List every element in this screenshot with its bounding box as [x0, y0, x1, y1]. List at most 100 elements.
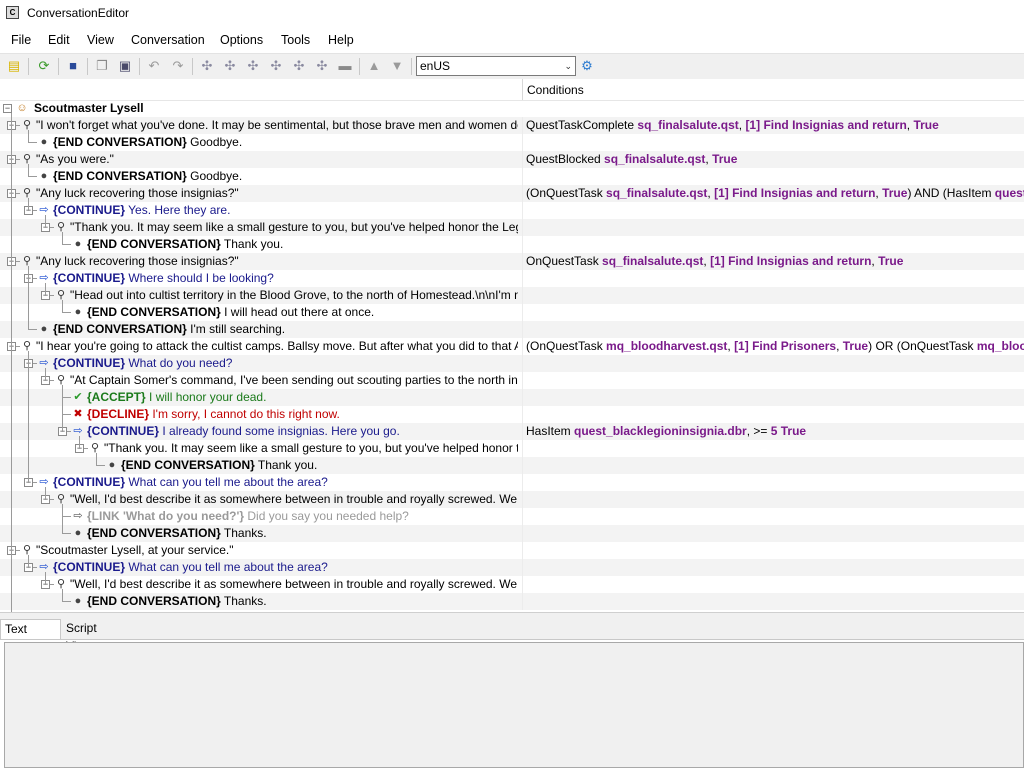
- tree-row[interactable]: ● {END CONVERSATION} Thanks.: [0, 593, 1024, 610]
- tree-connector: [28, 329, 37, 330]
- add-script-icon[interactable]: ✣: [291, 58, 307, 74]
- settings-gear-icon[interactable]: ⚙: [579, 58, 595, 74]
- tree-row[interactable]: ● {END CONVERSATION} Thank you.: [0, 236, 1024, 253]
- condition-value: [1] Find Insignias and return: [710, 254, 872, 268]
- tree-connector: [62, 516, 71, 517]
- node-line: "Well, I'd best describe it as somewhere…: [70, 577, 518, 591]
- condition-cell[interactable]: OnQuestTask sq_finalsalute.qst, [1] Find…: [526, 254, 903, 269]
- node-line: Thank you.: [220, 237, 284, 251]
- menu-view[interactable]: View: [87, 33, 114, 47]
- condition-text: QuestTaskComplete: [526, 118, 638, 132]
- condition-cell[interactable]: (OnQuestTask sq_finalsalute.qst, [1] Fin…: [526, 186, 1024, 201]
- condition-cell[interactable]: QuestTaskComplete sq_finalsalute.qst, [1…: [526, 118, 939, 133]
- node-line: What can you tell me about the area?: [125, 560, 328, 574]
- column-divider[interactable]: [522, 79, 523, 100]
- tree-row[interactable]: ● {END CONVERSATION} I will head out ther…: [0, 304, 1024, 321]
- tree-row[interactable]: −⇨{CONTINUE} What can you tell me about …: [0, 559, 1024, 576]
- tree-row[interactable]: ● {END CONVERSATION} Goodbye.: [0, 168, 1024, 185]
- column-divider: [522, 219, 523, 236]
- tree-row[interactable]: −⚲"Well, I'd best describe it as somewhe…: [0, 491, 1024, 508]
- tree-row[interactable]: ✔ {ACCEPT} I will honor your dead.: [0, 389, 1024, 406]
- condition-cell[interactable]: (OnQuestTask mq_bloodharvest.qst, [1] Fi…: [526, 339, 1024, 354]
- condition-value: True: [882, 186, 908, 200]
- tree-connector: [45, 487, 46, 500]
- tab-script-viewer[interactable]: Script Viewer: [62, 619, 132, 653]
- menu-help[interactable]: Help: [328, 33, 354, 47]
- root-row[interactable]: − ☺ Scoutmaster Lysell: [0, 100, 1024, 117]
- move-up-icon[interactable]: ▲: [366, 58, 382, 74]
- continue-icon: ⇨: [39, 561, 49, 573]
- tree-row[interactable]: −⇨{CONTINUE} Where should I be looking?: [0, 270, 1024, 287]
- tree-row[interactable]: −⚲"As you were."QuestBlocked sq_finalsal…: [0, 151, 1024, 168]
- add-sibling-icon[interactable]: ✣: [245, 58, 261, 74]
- node-line: "Any luck recovering those insignias?": [36, 254, 239, 268]
- move-down-icon[interactable]: ▼: [389, 58, 405, 74]
- menu-options[interactable]: Options: [220, 33, 263, 47]
- tree-row[interactable]: −⚲"Thank you. It may seem like a small g…: [0, 440, 1024, 457]
- continue-icon: ⇨: [39, 204, 49, 216]
- add-node-icon[interactable]: ✣: [199, 58, 215, 74]
- add-link-icon[interactable]: ✣: [268, 58, 284, 74]
- menu-tools[interactable]: Tools: [281, 33, 310, 47]
- condition-cell[interactable]: QuestBlocked sq_finalsalute.qst, True: [526, 152, 737, 167]
- node-text: "Thank you. It may seem like a small ges…: [70, 220, 518, 235]
- tree-row[interactable]: −⚲"I won't forget what you've done. It m…: [0, 117, 1024, 134]
- end-conversation-icon: ●: [40, 170, 48, 182]
- tree-row[interactable]: −⇨{CONTINUE} What do you need?: [0, 355, 1024, 372]
- tree-row[interactable]: −⚲"I hear you're going to attack the cul…: [0, 338, 1024, 355]
- column-divider: [522, 287, 523, 304]
- tree-row[interactable]: −⚲"Any luck recovering those insignias?"…: [0, 253, 1024, 270]
- tree-row[interactable]: ● {END CONVERSATION} I'm still searching.: [0, 321, 1024, 338]
- locale-select[interactable]: enUS ⌄: [416, 56, 576, 76]
- node-keyword: {END CONVERSATION}: [87, 526, 221, 540]
- bottom-tabs: Text Editor Script Viewer: [0, 617, 1024, 654]
- column-divider: [522, 508, 523, 525]
- node-line: "Well, I'd best describe it as somewhere…: [70, 492, 518, 506]
- column-divider: [522, 525, 523, 542]
- remove-icon[interactable]: ▬: [337, 58, 353, 74]
- undo-icon[interactable]: ↶: [146, 58, 162, 74]
- tree-row[interactable]: ● {END CONVERSATION} Thanks.: [0, 525, 1024, 542]
- tree-row[interactable]: −⚲"Thank you. It may seem like a small g…: [0, 219, 1024, 236]
- tree-row[interactable]: −⇨{CONTINUE} What can you tell me about …: [0, 474, 1024, 491]
- tree-row[interactable]: ⇨ {LINK 'What do you need?'} Did you say …: [0, 508, 1024, 525]
- tree-row[interactable]: −⚲"Any luck recovering those insignias?"…: [0, 185, 1024, 202]
- column-header: Conditions: [0, 79, 1024, 101]
- condition-text: HasItem: [526, 424, 575, 438]
- tree-row[interactable]: ✖ {DECLINE} I'm sorry, I cannot do this r…: [0, 406, 1024, 423]
- collapse-icon[interactable]: −: [3, 104, 12, 113]
- redo-icon[interactable]: ↷: [170, 58, 186, 74]
- menu-conversation[interactable]: Conversation: [131, 33, 205, 47]
- tree-row[interactable]: −⇨{CONTINUE} Yes. Here they are.: [0, 202, 1024, 219]
- tree-row[interactable]: ● {END CONVERSATION} Goodbye.: [0, 134, 1024, 151]
- menu-edit[interactable]: Edit: [48, 33, 70, 47]
- add-child-icon[interactable]: ✣: [222, 58, 238, 74]
- condition-value: [1] Find Insignias and return: [714, 186, 876, 200]
- conversation-tree[interactable]: − ☺ Scoutmaster Lysell −⚲"I won't forget…: [0, 100, 1024, 612]
- tree-row[interactable]: ● {END CONVERSATION} Thank you.: [0, 457, 1024, 474]
- tree-row[interactable]: −⚲"At Captain Somer's command, I've been…: [0, 372, 1024, 389]
- column-divider: [522, 253, 523, 270]
- tree-row[interactable]: −⚲"Head out into cultist territory in th…: [0, 287, 1024, 304]
- refresh-icon[interactable]: ⟳: [36, 58, 52, 74]
- tree-row[interactable]: −⚲"Well, I'd best describe it as somewhe…: [0, 576, 1024, 593]
- node-line: Yes. Here they are.: [125, 203, 231, 217]
- tree-connector: [96, 465, 105, 466]
- condition-cell[interactable]: HasItem quest_blacklegioninsignia.dbr, >…: [526, 424, 806, 439]
- tree-connector: [62, 533, 71, 534]
- conditions-column-header[interactable]: Conditions: [527, 83, 584, 97]
- copy-icon[interactable]: ❐: [94, 58, 110, 74]
- tab-text-editor[interactable]: Text Editor: [0, 619, 61, 654]
- menu-file[interactable]: File: [11, 33, 31, 47]
- column-divider: [522, 321, 523, 338]
- paste-icon[interactable]: ▣: [117, 58, 133, 74]
- add-condition-icon[interactable]: ✣: [314, 58, 330, 74]
- tree-row[interactable]: −⇨{CONTINUE} I already found some insign…: [0, 423, 1024, 440]
- save-icon[interactable]: ■: [65, 58, 81, 74]
- condition-value: True: [712, 152, 738, 166]
- new-file-icon[interactable]: ▤: [6, 58, 22, 74]
- text-editor-area[interactable]: [4, 642, 1024, 768]
- column-divider: [522, 457, 523, 474]
- tree-connector: [45, 368, 46, 381]
- tree-row[interactable]: −⚲"Scoutmaster Lysell, at your service.": [0, 542, 1024, 559]
